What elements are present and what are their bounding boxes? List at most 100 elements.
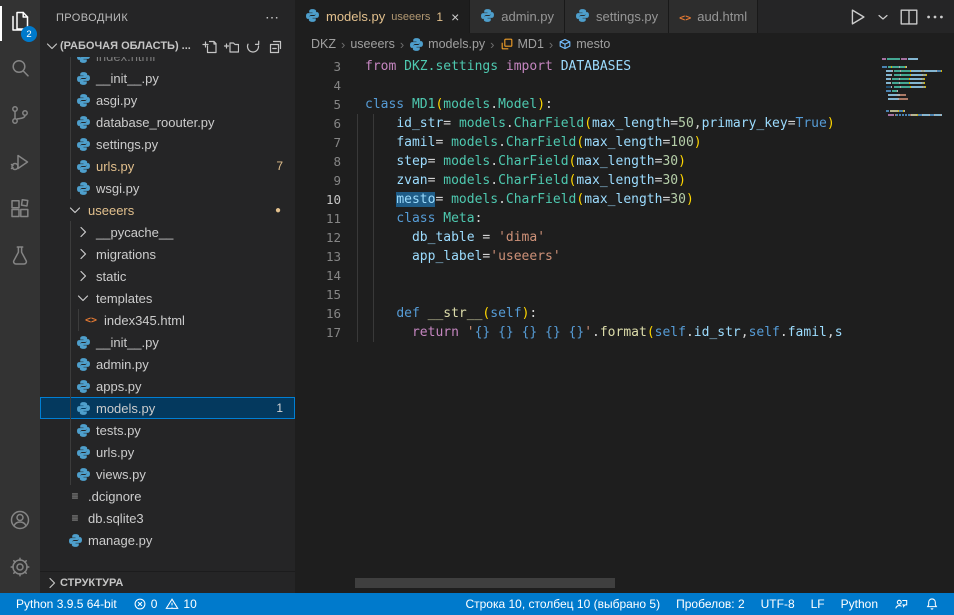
status-notifications[interactable] — [917, 593, 948, 615]
code-line-5[interactable]: 5class MD1(models.Model): — [295, 95, 878, 114]
sidebar-item-views-py[interactable]: views.py — [40, 463, 295, 485]
status-feedback[interactable] — [886, 593, 917, 615]
code-line-10[interactable]: 10 mesto= models.CharField(max_length=30… — [295, 190, 878, 209]
sidebar-item-index-html[interactable]: index.html — [40, 57, 295, 67]
split-editor-icon[interactable] — [898, 6, 920, 28]
run-python-file-icon[interactable] — [846, 6, 868, 28]
sidebar-item-dcignore[interactable]: ≡.dcignore — [40, 485, 295, 507]
more-actions-icon[interactable] — [924, 6, 946, 28]
code-line-14[interactable]: 14 — [295, 266, 878, 285]
status-python-interpreter[interactable]: Python 3.9.5 64-bit — [8, 593, 125, 615]
activity-source-control[interactable] — [0, 94, 40, 141]
code-line-12[interactable]: 12 db_table = 'dima' — [295, 228, 878, 247]
chevron-right-icon: › — [339, 37, 347, 52]
sidebar-item-tests-py[interactable]: tests.py — [40, 419, 295, 441]
python-file-icon — [74, 89, 92, 111]
activity-account[interactable] — [0, 499, 40, 546]
sidebar-item-settings-py[interactable]: settings.py — [40, 133, 295, 155]
new-folder-icon[interactable] — [221, 36, 241, 56]
more-actions-icon[interactable]: ⋯ — [265, 9, 279, 26]
outline-section-header[interactable]: СТРУКТУРА — [40, 571, 295, 593]
sidebar-item-pycache[interactable]: __pycache__ — [40, 221, 295, 243]
sidebar-item-useeers[interactable]: useeers ● — [40, 199, 295, 221]
code-line-4[interactable]: 4 — [295, 76, 878, 95]
code-line-16[interactable]: 16 def __str__(self): — [295, 304, 878, 323]
close-icon[interactable]: × — [451, 9, 459, 25]
tab-aud-html[interactable]: <>aud.html — [669, 0, 758, 33]
breadcrumb-item-md1[interactable]: MD1 — [500, 37, 544, 51]
status-eol[interactable]: LF — [803, 593, 833, 615]
activity-settings[interactable] — [0, 546, 40, 593]
line-number: 3 — [295, 57, 341, 76]
refresh-icon[interactable] — [243, 36, 263, 56]
code-line-3[interactable]: 3from DKZ.settings import DATABASES — [295, 57, 878, 76]
tab-label: settings.py — [596, 9, 658, 24]
modified-dot-badge: ● — [275, 205, 295, 216]
tree-row-inner: __pycache__ — [40, 221, 295, 243]
breadcrumb-item-models-py[interactable]: models.py — [409, 37, 485, 52]
sidebar-item-migrations[interactable]: migrations — [40, 243, 295, 265]
sidebar-item-database-roouter-py[interactable]: database_roouter.py — [40, 111, 295, 133]
breadcrumb-item-mesto[interactable]: mesto — [558, 37, 610, 51]
file-label: settings.py — [96, 137, 158, 152]
chevron-right-icon — [74, 265, 92, 287]
tab-label: models.py — [326, 9, 385, 24]
file-label: useeers — [88, 203, 134, 218]
code-line-13[interactable]: 13 app_label='useeers' — [295, 247, 878, 266]
sidebar-item-wsgi-py[interactable]: wsgi.py — [40, 177, 295, 199]
minimap[interactable] — [878, 55, 944, 593]
sidebar-item-index345-html[interactable]: <>index345.html — [40, 309, 295, 331]
line-content: step= models.CharField(max_length=30) — [365, 154, 686, 169]
breadcrumb-item-useeers[interactable]: useeers — [350, 37, 394, 51]
sidebar-item-apps-py[interactable]: apps.py — [40, 375, 295, 397]
collapse-all-icon[interactable] — [265, 36, 285, 56]
breadcrumb-item-dkz[interactable]: DKZ — [311, 37, 336, 51]
code-line-17[interactable]: 17 return '{} {} {} {} {}'.format(self.i… — [295, 323, 878, 342]
sidebar-item-manage-py[interactable]: manage.py — [40, 529, 295, 551]
code-line-9[interactable]: 9 zvan= models.CharField(max_length=30) — [295, 171, 878, 190]
code-line-11[interactable]: 11 class Meta: — [295, 209, 878, 228]
run-dropdown-icon[interactable] — [872, 6, 894, 28]
workspace-section-header[interactable]: (РАБОЧАЯ ОБЛАСТЬ) ... — [40, 35, 295, 57]
minimap-line — [882, 98, 942, 100]
sidebar-item-init-py[interactable]: __init__.py — [40, 67, 295, 89]
status-encoding[interactable]: UTF-8 — [753, 593, 803, 615]
new-file-icon[interactable] — [199, 36, 219, 56]
file-label: __init__.py — [96, 71, 159, 86]
tab-admin-py[interactable]: admin.py — [470, 0, 565, 33]
status-language-mode[interactable]: Python — [833, 593, 886, 615]
status-problems[interactable]: 010 — [125, 593, 205, 615]
sidebar-item-asgi-py[interactable]: asgi.py — [40, 89, 295, 111]
status-label: Python — [841, 597, 878, 611]
activity-explorer[interactable]: 2 — [0, 0, 40, 47]
code-line-8[interactable]: 8 step= models.CharField(max_length=30) — [295, 152, 878, 171]
tab-models-py[interactable]: models.pyuseeers1× — [295, 0, 470, 33]
sidebar-item-urls-py[interactable]: urls.py — [40, 441, 295, 463]
code-line-6[interactable]: 6 id_str= models.CharField(max_length=50… — [295, 114, 878, 133]
sidebar-item-db-sqlite3[interactable]: ≡db.sqlite3 — [40, 507, 295, 529]
code-line-15[interactable]: 15 — [295, 285, 878, 304]
activity-search[interactable] — [0, 47, 40, 94]
sidebar-item-admin-py[interactable]: admin.py — [40, 353, 295, 375]
status-indentation[interactable]: Пробелов: 2 — [668, 593, 753, 615]
code-line-7[interactable]: 7 famil= models.CharField(max_length=100… — [295, 133, 878, 152]
sidebar-item-init-py[interactable]: __init__.py — [40, 331, 295, 353]
code-editor[interactable]: 3from DKZ.settings import DATABASES45cla… — [295, 55, 954, 593]
minimap-line — [882, 106, 942, 108]
chevron-right-icon — [44, 575, 60, 591]
sidebar-item-models-py[interactable]: models.py1 — [40, 397, 295, 419]
sidebar-item-static[interactable]: static — [40, 265, 295, 287]
activity-extensions[interactable] — [0, 188, 40, 235]
file-label: database_roouter.py — [96, 115, 215, 130]
tab-settings-py[interactable]: settings.py — [565, 0, 669, 33]
status-cursor-position[interactable]: Строка 10, столбец 10 (выбрано 5) — [457, 593, 668, 615]
sidebar-item-urls-py[interactable]: urls.py7 — [40, 155, 295, 177]
minimap-line — [882, 102, 942, 104]
file-label: urls.py — [96, 445, 134, 460]
python-file-icon — [74, 419, 92, 441]
python-file-icon — [74, 397, 92, 419]
activity-run-debug[interactable] — [0, 141, 40, 188]
activity-testing[interactable] — [0, 235, 40, 282]
sidebar-item-templates[interactable]: templates — [40, 287, 295, 309]
horizontal-scrollbar[interactable] — [355, 578, 615, 588]
